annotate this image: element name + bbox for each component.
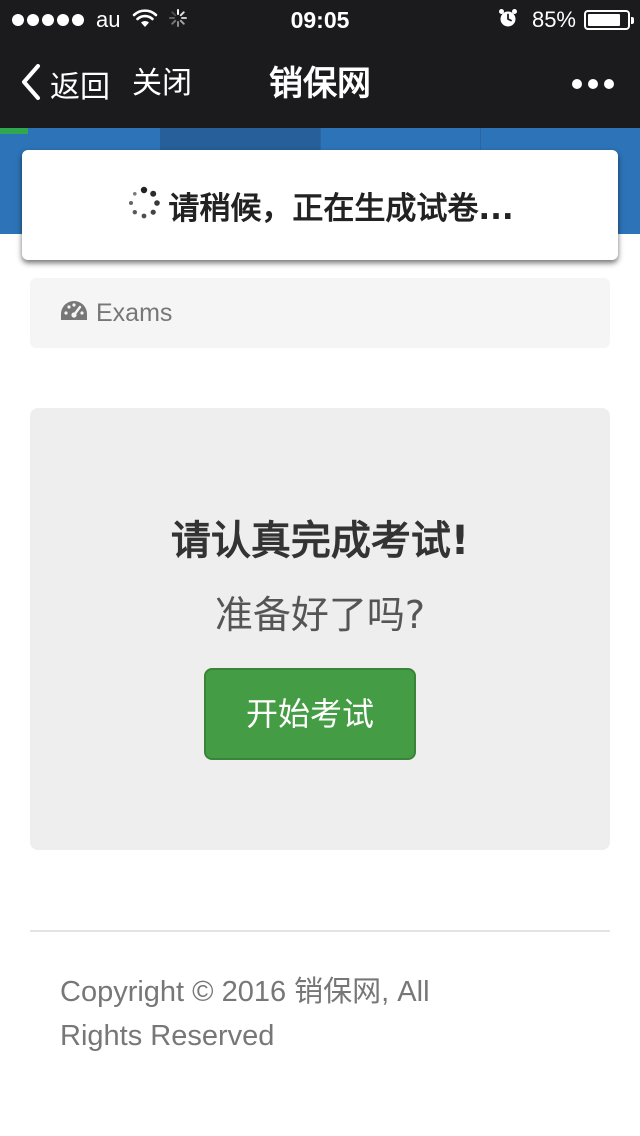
close-button[interactable]: 关闭 (132, 40, 192, 128)
battery-level-fill (588, 14, 620, 26)
copyright-text: Copyright © 2016 销保网, All Rights Reserve… (60, 976, 430, 1052)
start-exam-button[interactable]: 开始考试 (204, 668, 416, 760)
loading-spinner-icon (126, 185, 162, 225)
breadcrumb-exams-link[interactable]: Exams (96, 299, 172, 328)
status-bar: au 09:05 85% (0, 0, 640, 40)
exam-subheading: 准备好了吗? (214, 593, 426, 637)
battery-terminal (631, 17, 634, 24)
footer-divider (30, 930, 610, 932)
loading-message: 请稍候，正在生成试卷... (168, 190, 514, 227)
page-load-progress (0, 128, 28, 134)
dashboard-icon (60, 300, 88, 326)
more-options-icon[interactable] (572, 40, 614, 128)
back-button-label: 返回 (50, 70, 110, 105)
chevron-left-icon (20, 64, 42, 104)
alarm-clock-icon (498, 8, 518, 32)
back-button[interactable]: 返回 (20, 40, 110, 128)
exam-start-panel: 请认真完成考试! 准备好了吗? 开始考试 (30, 408, 610, 850)
battery-icon (584, 10, 634, 30)
breadcrumb: Exams (30, 278, 610, 348)
status-right: 85% (498, 0, 634, 40)
exam-heading: 请认真完成考试! (170, 518, 470, 564)
loading-toast: 请稍候，正在生成试卷... (22, 150, 618, 260)
battery-percentage: 85% (531, 7, 576, 32)
navigation-bar: 返回 关闭 销保网 (0, 40, 640, 128)
